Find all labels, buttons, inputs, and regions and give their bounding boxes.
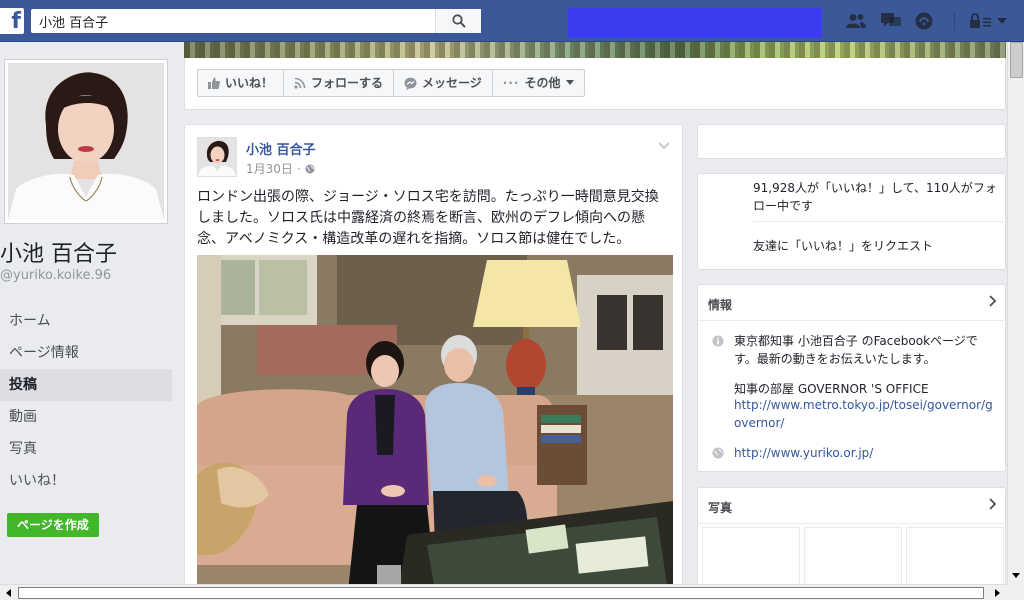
about-card: 情報 東京都知事 小池百合子 のFacebookページです。最新の動きをお伝えい… [697, 284, 1006, 472]
post-text: ロンドン出張の際、ジョージ・ソロス宅を訪問。たっぷり一時間意見交換しました。ソロ… [197, 189, 659, 247]
like-button[interactable]: いいね！ [198, 70, 285, 96]
photo-thumb[interactable] [804, 527, 902, 585]
action-bar: いいね！ フォローする メッセージ ··· その他 [184, 58, 1006, 110]
messenger-icon [404, 77, 417, 90]
photos-title[interactable]: 写真 [708, 499, 732, 516]
friends-icon[interactable] [845, 11, 867, 31]
about-title[interactable]: 情報 [708, 296, 732, 313]
cover-photo[interactable] [184, 42, 1006, 58]
search-input[interactable] [31, 9, 431, 33]
website-link[interactable]: http://www.yuriko.or.jp/ [734, 444, 873, 462]
office-link[interactable]: http://www.metro.tokyo.jp/tosei/governor… [734, 396, 1000, 432]
photo-thumb[interactable] [906, 527, 1004, 585]
search-box [31, 9, 481, 33]
message-button[interactable]: メッセージ [394, 70, 493, 96]
photos-chevron-icon[interactable] [989, 498, 997, 513]
community-card: 91,928人が「いいね！」して、110人がフォロー中です 友達に「いいね！」を… [697, 173, 1006, 270]
horizontal-scrollbar[interactable] [0, 584, 1007, 600]
left-nav: ホーム ページ情報 投稿 動画 写真 いいね！ [0, 305, 172, 497]
vertical-scrollbar[interactable] [1007, 42, 1024, 584]
scroll-left-arrow-icon[interactable] [0, 585, 17, 600]
more-button[interactable]: ··· その他 [493, 70, 584, 96]
post-meta: 1月30日 · [246, 160, 315, 177]
nav-home[interactable]: ホーム [0, 305, 172, 337]
about-chevron-icon[interactable] [989, 295, 997, 310]
page-name[interactable]: 小池 百合子 [0, 236, 117, 268]
invite-friends-link[interactable]: 友達に「いいね！」をリクエスト [753, 237, 933, 255]
post-photo[interactable] [197, 255, 673, 599]
facebook-logo[interactable]: f [0, 8, 24, 34]
caret-down-icon [565, 80, 574, 85]
photos-card: 写真 [697, 487, 1006, 585]
follow-label: フォローする [311, 76, 384, 90]
profile-picture[interactable] [4, 59, 168, 224]
divider [698, 523, 1005, 524]
more-dots-icon: ··· [502, 76, 520, 90]
post-date[interactable]: 1月30日 [246, 160, 293, 177]
follow-button[interactable]: フォローする [284, 70, 395, 96]
about-description: 東京都知事 小池百合子 のFacebookページです。最新の動きをお伝えいたしま… [734, 334, 978, 366]
notifications-icon[interactable] [913, 11, 935, 31]
like-label: いいね！ [225, 76, 274, 90]
nav-photos[interactable]: 写真 [0, 433, 172, 465]
more-label: その他 [524, 76, 561, 90]
privacy-icon[interactable] [966, 11, 996, 31]
photo-thumb[interactable] [702, 527, 800, 585]
profile-photo [8, 63, 164, 220]
post-card: 小池 百合子 1月30日 · ロンドン出張の際、ジョージ・ソロス宅を訪問。たっぷ… [184, 124, 683, 600]
toolbar-divider [954, 12, 955, 30]
nav-videos[interactable]: 動画 [0, 401, 172, 433]
divider [753, 221, 1005, 222]
search-icon [451, 14, 466, 28]
scrollbar-corner [1007, 584, 1024, 600]
divider [698, 320, 1005, 321]
scroll-down-arrow-icon[interactable] [1008, 567, 1024, 584]
thumbs-up-icon [208, 77, 220, 89]
nav-page-info[interactable]: ページ情報 [0, 337, 172, 369]
redacted-region [568, 8, 822, 38]
post-avatar[interactable] [197, 137, 237, 177]
action-buttons: いいね！ フォローする メッセージ ··· その他 [197, 69, 585, 97]
nav-posts[interactable]: 投稿 [0, 369, 172, 401]
vertical-scroll-thumb[interactable] [1010, 42, 1023, 78]
rss-icon [294, 77, 306, 89]
horizontal-scroll-thumb[interactable] [18, 587, 984, 599]
menu-icon[interactable] [996, 11, 1008, 31]
post-author[interactable]: 小池 百合子 [246, 139, 316, 158]
info-icon [712, 335, 724, 350]
search-button[interactable] [435, 9, 481, 33]
globe-icon [305, 164, 315, 173]
top-bar: f [0, 0, 1024, 42]
post-options-chevron-icon[interactable] [658, 139, 670, 153]
create-page-button[interactable]: ページを作成 [7, 513, 99, 537]
scroll-right-arrow-icon[interactable] [989, 585, 1006, 600]
messages-icon[interactable] [880, 11, 902, 31]
page-username[interactable]: @yuriko.koike.96 [0, 268, 111, 283]
message-label: メッセージ [422, 76, 482, 90]
right-top-card [697, 124, 1006, 159]
likes-count-text: 91,928人が「いいね！」して、110人がフォロー中です [753, 181, 997, 213]
nav-likes[interactable]: いいね！ [0, 465, 172, 497]
globe-icon [712, 447, 724, 462]
